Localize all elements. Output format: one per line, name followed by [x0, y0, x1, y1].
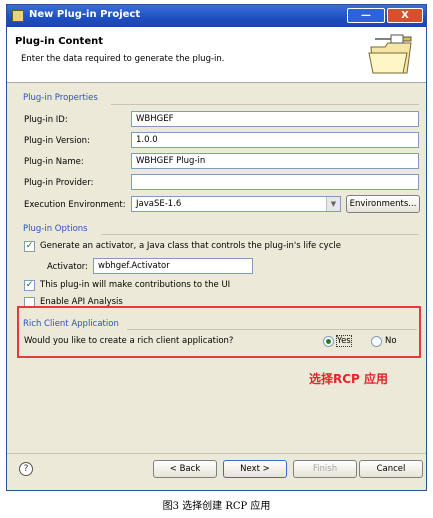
properties-divider	[111, 104, 419, 105]
close-button[interactable]: X	[387, 8, 423, 23]
new-plugin-project-dialog: New Plug-in Project — X Plug-in Content …	[6, 4, 427, 491]
next-button[interactable]: Next >	[223, 460, 287, 478]
plugin-name-field[interactable]: WBHGEF Plug-in	[131, 153, 419, 169]
options-divider	[101, 234, 419, 235]
options-group-title: Plug-in Options	[23, 224, 88, 234]
properties-group-title: Plug-in Properties	[23, 93, 98, 103]
execution-environment-select[interactable]: JavaSE-1.6 ▼	[131, 196, 341, 212]
help-icon[interactable]: ?	[19, 462, 33, 476]
generate-activator-label: Generate an activator, a Java class that…	[40, 241, 341, 251]
minimize-button[interactable]: —	[347, 8, 385, 23]
wizard-header: Plug-in Content Enter the data required …	[7, 27, 426, 83]
rcp-no-label[interactable]: No	[385, 336, 397, 346]
execution-environment-value: JavaSE-1.6	[136, 199, 182, 209]
rcp-group-title: Rich Client Application	[23, 319, 119, 329]
footer-divider	[7, 453, 426, 454]
plugin-id-label: Plug-in ID:	[24, 115, 68, 125]
back-button[interactable]: < Back	[153, 460, 217, 478]
execution-environment-label: Execution Environment:	[24, 200, 126, 210]
rcp-highlight-box	[17, 306, 421, 358]
page-title: Plug-in Content	[15, 36, 104, 47]
chevron-down-icon[interactable]: ▼	[326, 197, 340, 211]
activator-label: Activator:	[47, 262, 89, 272]
finish-button[interactable]: Finish	[293, 460, 357, 478]
plugin-wizard-banner-icon	[368, 34, 412, 74]
ui-contributions-label: This plug-in will make contributions to …	[40, 280, 231, 290]
figure-caption: 图3 选择创建 RCP 应用	[162, 501, 271, 512]
page-description: Enter the data required to generate the …	[21, 54, 225, 64]
rcp-question: Would you like to create a rich client a…	[24, 336, 234, 346]
title-bar[interactable]: New Plug-in Project — X	[7, 5, 426, 27]
plugin-version-field[interactable]: 1.0.0	[131, 132, 419, 148]
plugin-provider-label: Plug-in Provider:	[24, 178, 94, 188]
rcp-yes-radio[interactable]	[323, 336, 334, 347]
radio-selected-dot	[326, 339, 331, 344]
rcp-yes-label[interactable]: Yes	[336, 335, 352, 347]
plugin-version-label: Plug-in Version:	[24, 136, 90, 146]
rcp-annotation: 选择RCP 应用	[309, 372, 389, 386]
cancel-button[interactable]: Cancel	[359, 460, 423, 478]
rcp-no-radio[interactable]	[371, 336, 382, 347]
environments-button[interactable]: Environments...	[346, 195, 420, 213]
window-title: New Plug-in Project	[29, 9, 141, 20]
ui-contributions-checkbox[interactable]: ✓	[24, 280, 35, 291]
generate-activator-checkbox[interactable]: ✓	[24, 241, 35, 252]
plugin-name-label: Plug-in Name:	[24, 157, 84, 167]
rcp-divider	[127, 329, 417, 330]
plugin-id-field[interactable]: WBHGEF	[131, 111, 419, 127]
activator-field[interactable]: wbhgef.Activator	[93, 258, 253, 274]
plugin-project-icon	[12, 10, 24, 22]
plugin-provider-field[interactable]	[131, 174, 419, 190]
